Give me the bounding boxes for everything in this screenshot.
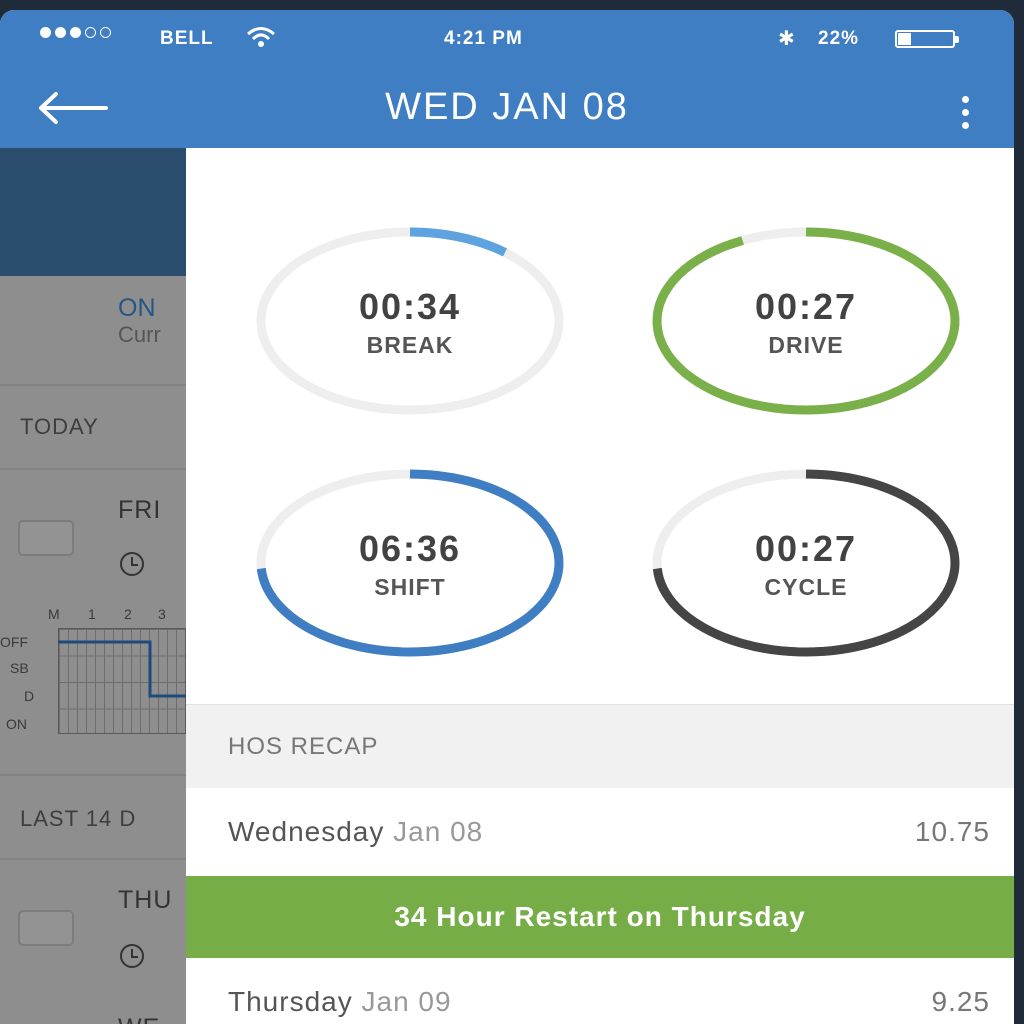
device-screen: BELL 4:21 PM ✱ 22% WED JAN 08 ON Curr TO… [0,10,1014,1024]
gauge-shift[interactable]: 06:36 SHIFT [250,464,570,664]
clock-icon [120,552,144,576]
recap-row[interactable]: Wednesday Jan 08 10.75 [186,788,1014,876]
duty-status: ON [118,294,156,322]
app-bar: WED JAN 08 [0,66,1014,148]
log-day-thu[interactable]: THU [118,886,172,915]
status-bar: BELL 4:21 PM ✱ 22% [0,10,1014,66]
carrier-name: BELL [160,28,214,49]
gauge-label: CYCLE [764,574,848,600]
gauge-cycle[interactable]: 00:27 CYCLE [646,464,966,664]
grid-row-label: OFF [0,634,28,650]
gauge-value: 00:27 [754,528,858,569]
grid-row-label: ON [6,716,27,732]
battery-icon [895,30,959,48]
recap-date-short: Jan 08 [393,816,484,847]
recap-hours: 9.25 [931,986,990,1017]
grid-row-label: SB [10,660,29,676]
log-day-fri[interactable]: FRI [118,496,161,525]
recap-row[interactable]: Thursday Jan 09 9.25 [186,958,1014,1024]
grid-hour: 1 [88,606,96,622]
gauge-break[interactable]: 00:34 BREAK [250,222,570,422]
clock-icon [120,944,144,968]
gauge-value: 00:34 [358,286,462,327]
divider [0,858,186,860]
log-checkbox[interactable] [18,520,74,556]
log-checkbox[interactable] [18,910,74,946]
hos-panel: 00:34 BREAK 00:27 DRIVE 06:36 SHIFT 00:2… [186,148,1014,1024]
gauge-value: 06:36 [358,528,462,569]
section-today: TODAY [20,414,99,439]
hos-log-line [58,640,186,698]
restart-banner: 34 Hour Restart on Thursday [186,876,1014,958]
gauge-value: 00:27 [754,286,858,327]
grid-hour: M [48,606,60,622]
divider [0,468,186,470]
recap-date-short: Jan 09 [361,986,452,1017]
divider [0,384,186,386]
gauge-label: BREAK [366,332,454,358]
more-vertical-icon[interactable] [958,96,972,129]
hos-gauges: 00:34 BREAK 00:27 DRIVE 06:36 SHIFT 00:2… [186,148,1014,704]
battery-percent: 22% [818,28,860,49]
gauge-drive[interactable]: 00:27 DRIVE [646,222,966,422]
grid-hour: 2 [124,606,132,622]
recap-weekday: Wednesday [228,816,385,847]
log-day-wed[interactable]: WE [118,1014,160,1024]
background-header [0,148,186,276]
section-last-14-days: LAST 14 D [20,806,137,831]
recap-weekday: Thursday [228,986,353,1017]
recap-date: Wednesday Jan 08 [228,816,483,848]
gauge-label: DRIVE [768,332,844,358]
grid-hour: 3 [158,606,166,622]
divider [0,774,186,776]
background-log-list: ON Curr TODAY FRI M 1 2 3 OFF SB D ON LA… [0,148,186,1024]
signal-strength-icon [40,27,111,38]
hos-recap-title: HOS RECAP [228,733,379,760]
page-title: WED JAN 08 [385,86,629,128]
wifi-icon [247,27,275,47]
gauge-label: SHIFT [374,574,446,600]
gauge-progress-arc [410,227,508,257]
hos-recap-header: HOS RECAP [186,704,1014,788]
recap-date: Thursday Jan 09 [228,986,452,1018]
recap-hours: 10.75 [914,816,990,847]
duty-status-sub: Curr [118,322,161,347]
grid-row-label: D [24,688,35,704]
bluetooth-icon: ✱ [778,28,796,50]
status-time: 4:21 PM [444,28,523,49]
